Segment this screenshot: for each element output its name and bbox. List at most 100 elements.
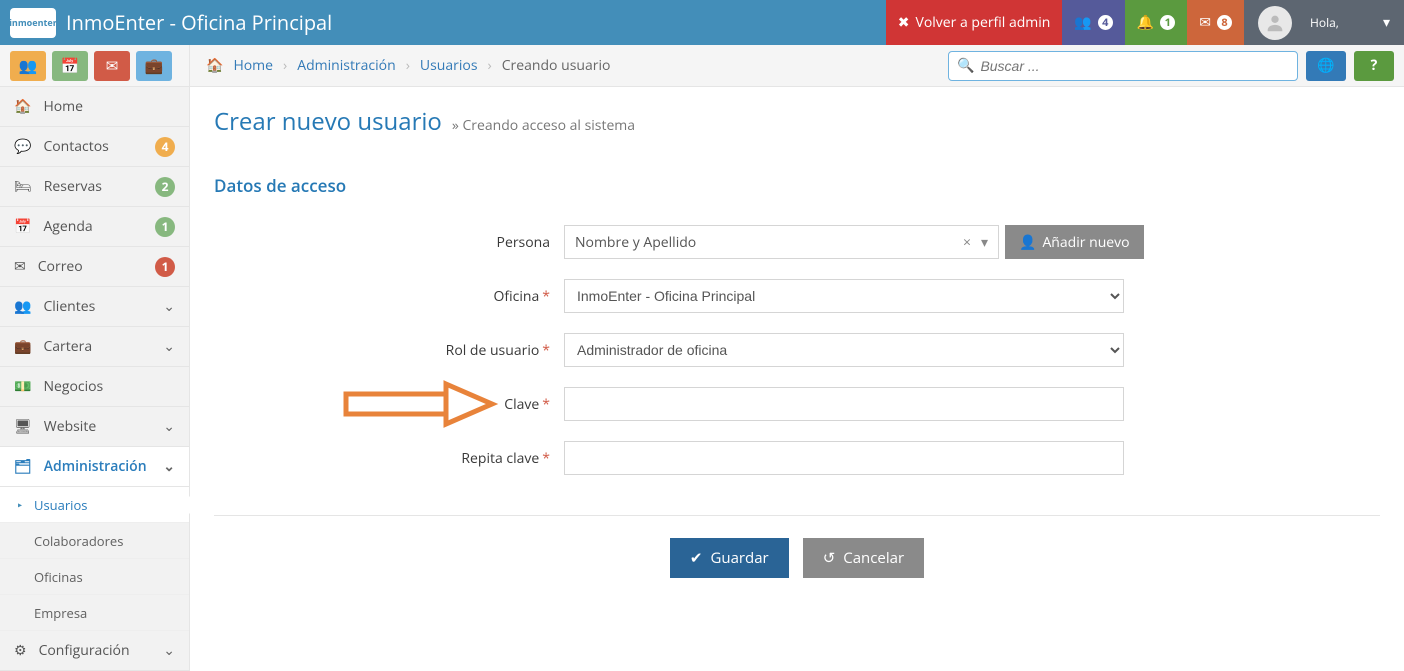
- sidebar-badge: 1: [155, 217, 175, 237]
- sidebar-item-clientes[interactable]: 👥 Clientes ⌄: [0, 287, 189, 327]
- persona-value: Nombre y Apellido: [575, 233, 963, 252]
- brand-logo: inmoenter: [10, 8, 56, 38]
- sidebar-item-negocios[interactable]: 💵 Negocios: [0, 367, 189, 407]
- chevron-down-icon: ⌄: [163, 417, 175, 436]
- row-repita-clave: Repita clave*: [214, 441, 1380, 475]
- sidebar: 🏠 Home 💬 Contactos 4 🛏 Reservas 2 📅 Agen…: [0, 87, 190, 671]
- page-subtitle: » Creando acceso al sistema: [452, 116, 635, 135]
- row-clave: Clave*: [214, 387, 1380, 421]
- toolbar-users-button[interactable]: 👥: [10, 51, 46, 81]
- sidebar-item-label: Correo: [38, 257, 83, 276]
- cash-icon: 💵: [14, 377, 31, 396]
- search-area: 🔍 🌐 ?: [948, 45, 1404, 86]
- sidebar-item-cartera[interactable]: 💼 Cartera ⌄: [0, 327, 189, 367]
- clave-input[interactable]: [564, 387, 1124, 421]
- breadcrumb-users[interactable]: Usuarios: [420, 56, 478, 75]
- guardar-button[interactable]: ✔ Guardar: [670, 538, 789, 578]
- subbar: 👥 📅 ✉ 💼 🏠 Home › Administración › Usuari…: [0, 45, 1404, 87]
- sidebar-badge: 2: [155, 177, 175, 197]
- sidebar-sub-oficinas[interactable]: Oficinas: [0, 559, 189, 595]
- sitemap-icon: 🗂: [14, 457, 32, 476]
- row-oficina: Oficina* InmoEnter - Oficina Principal: [214, 279, 1380, 313]
- undo-icon: ↺: [823, 548, 836, 568]
- sidebar-sub-label: Usuarios: [34, 496, 87, 514]
- sidebar-sub-label: Oficinas: [34, 568, 83, 586]
- sidebar-sub-colaboradores[interactable]: Colaboradores: [0, 523, 189, 559]
- sidebar-item-label: Cartera: [43, 337, 92, 356]
- sidebar-badge: 1: [155, 257, 175, 277]
- brand: inmoenter InmoEnter - Oficina Principal: [0, 8, 332, 38]
- persona-combobox[interactable]: Nombre y Apellido × ▾: [564, 225, 999, 259]
- breadcrumb: 🏠 Home › Administración › Usuarios › Cre…: [190, 45, 948, 86]
- toolbar-briefcase-button[interactable]: 💼: [136, 51, 172, 81]
- envelope-icon: ✉: [1199, 13, 1211, 32]
- briefcase-icon: 💼: [145, 56, 164, 76]
- sidebar-item-contactos[interactable]: 💬 Contactos 4: [0, 127, 189, 167]
- nav-mail-badge: 8: [1217, 15, 1232, 30]
- chevron-down-icon: ⌄: [163, 457, 175, 476]
- chat-icon: 💬: [14, 137, 31, 156]
- sidebar-sub-empresa[interactable]: Empresa: [0, 595, 189, 631]
- users-icon: 👥: [14, 297, 31, 316]
- add-new-button[interactable]: 👤 Añadir nuevo: [1005, 225, 1144, 259]
- sidebar-sub-usuarios[interactable]: ▸ Usuarios: [0, 487, 189, 523]
- sidebar-item-agenda[interactable]: 📅 Agenda 1: [0, 207, 189, 247]
- globe-button[interactable]: 🌐: [1306, 51, 1346, 81]
- envelope-icon: ✉: [106, 56, 119, 76]
- sidebar-item-label: Agenda: [43, 217, 92, 236]
- search-box[interactable]: 🔍: [948, 51, 1298, 81]
- clear-icon[interactable]: ×: [963, 233, 971, 252]
- user-menu[interactable]: Hola, ▾: [1244, 0, 1404, 45]
- users-icon: 👥: [19, 56, 38, 76]
- globe-icon: 🌐: [1317, 56, 1334, 75]
- oficina-select[interactable]: InmoEnter - Oficina Principal: [564, 279, 1124, 313]
- breadcrumb-sep: ›: [283, 56, 287, 75]
- question-icon: ?: [1371, 56, 1378, 75]
- sidebar-item-label: Negocios: [43, 377, 103, 396]
- row-rol: Rol de usuario* Administrador de oficina: [214, 333, 1380, 367]
- nav-notifications-button[interactable]: 🔔 1: [1125, 0, 1187, 45]
- check-icon: ✔: [690, 548, 703, 568]
- rol-select[interactable]: Administrador de oficina: [564, 333, 1124, 367]
- chevron-down-icon: ⌄: [163, 337, 175, 356]
- close-icon: ✖: [898, 13, 910, 32]
- search-input[interactable]: [980, 58, 1289, 74]
- screen-icon: 🖥: [14, 417, 32, 436]
- sidebar-item-label: Home: [43, 97, 83, 116]
- home-icon: 🏠: [14, 97, 31, 116]
- help-button[interactable]: ?: [1354, 51, 1394, 81]
- bell-icon: 🔔: [1137, 13, 1154, 32]
- repita-clave-input[interactable]: [564, 441, 1124, 475]
- sidebar-item-label: Clientes: [43, 297, 95, 316]
- caret-down-icon[interactable]: ▾: [981, 233, 988, 252]
- breadcrumb-admin[interactable]: Administración: [297, 56, 395, 75]
- toolbar-mail-button[interactable]: ✉: [94, 51, 130, 81]
- sidebar-item-configuracion[interactable]: ⚙ Configuración ⌄: [0, 631, 189, 671]
- brand-title: InmoEnter - Oficina Principal: [66, 9, 332, 36]
- back-to-admin-label: Volver a perfil admin: [915, 13, 1050, 32]
- nav-bell-badge: 1: [1160, 15, 1175, 30]
- breadcrumb-sep: ›: [406, 56, 410, 75]
- sidebar-item-correo[interactable]: ✉ Correo 1: [0, 247, 189, 287]
- sidebar-item-reservas[interactable]: 🛏 Reservas 2: [0, 167, 189, 207]
- briefcase-icon: 💼: [14, 337, 31, 356]
- avatar: [1258, 6, 1292, 40]
- top-navbar: inmoenter InmoEnter - Oficina Principal …: [0, 0, 1404, 45]
- sidebar-item-website[interactable]: 🖥 Website ⌄: [0, 407, 189, 447]
- calendar-icon: 📅: [14, 217, 31, 236]
- breadcrumb-home[interactable]: Home: [233, 56, 273, 75]
- nav-mail-button[interactable]: ✉ 8: [1187, 0, 1244, 45]
- back-to-admin-button[interactable]: ✖ Volver a perfil admin: [886, 0, 1063, 45]
- sidebar-item-administracion[interactable]: 🗂 Administración ⌄: [0, 447, 189, 487]
- cancelar-button[interactable]: ↺ Cancelar: [803, 538, 924, 578]
- nav-users-button[interactable]: 👥 4: [1062, 0, 1124, 45]
- sidebar-sub-label: Empresa: [34, 604, 87, 622]
- caret-down-icon: ▾: [1383, 13, 1390, 32]
- bed-icon: 🛏: [14, 177, 32, 196]
- sidebar-item-home[interactable]: 🏠 Home: [0, 87, 189, 127]
- calendar-icon: 📅: [61, 56, 80, 76]
- toolbar-calendar-button[interactable]: 📅: [52, 51, 88, 81]
- breadcrumb-current: Creando usuario: [502, 56, 611, 75]
- nav-users-badge: 4: [1098, 15, 1113, 30]
- label-clave: Clave*: [214, 395, 564, 414]
